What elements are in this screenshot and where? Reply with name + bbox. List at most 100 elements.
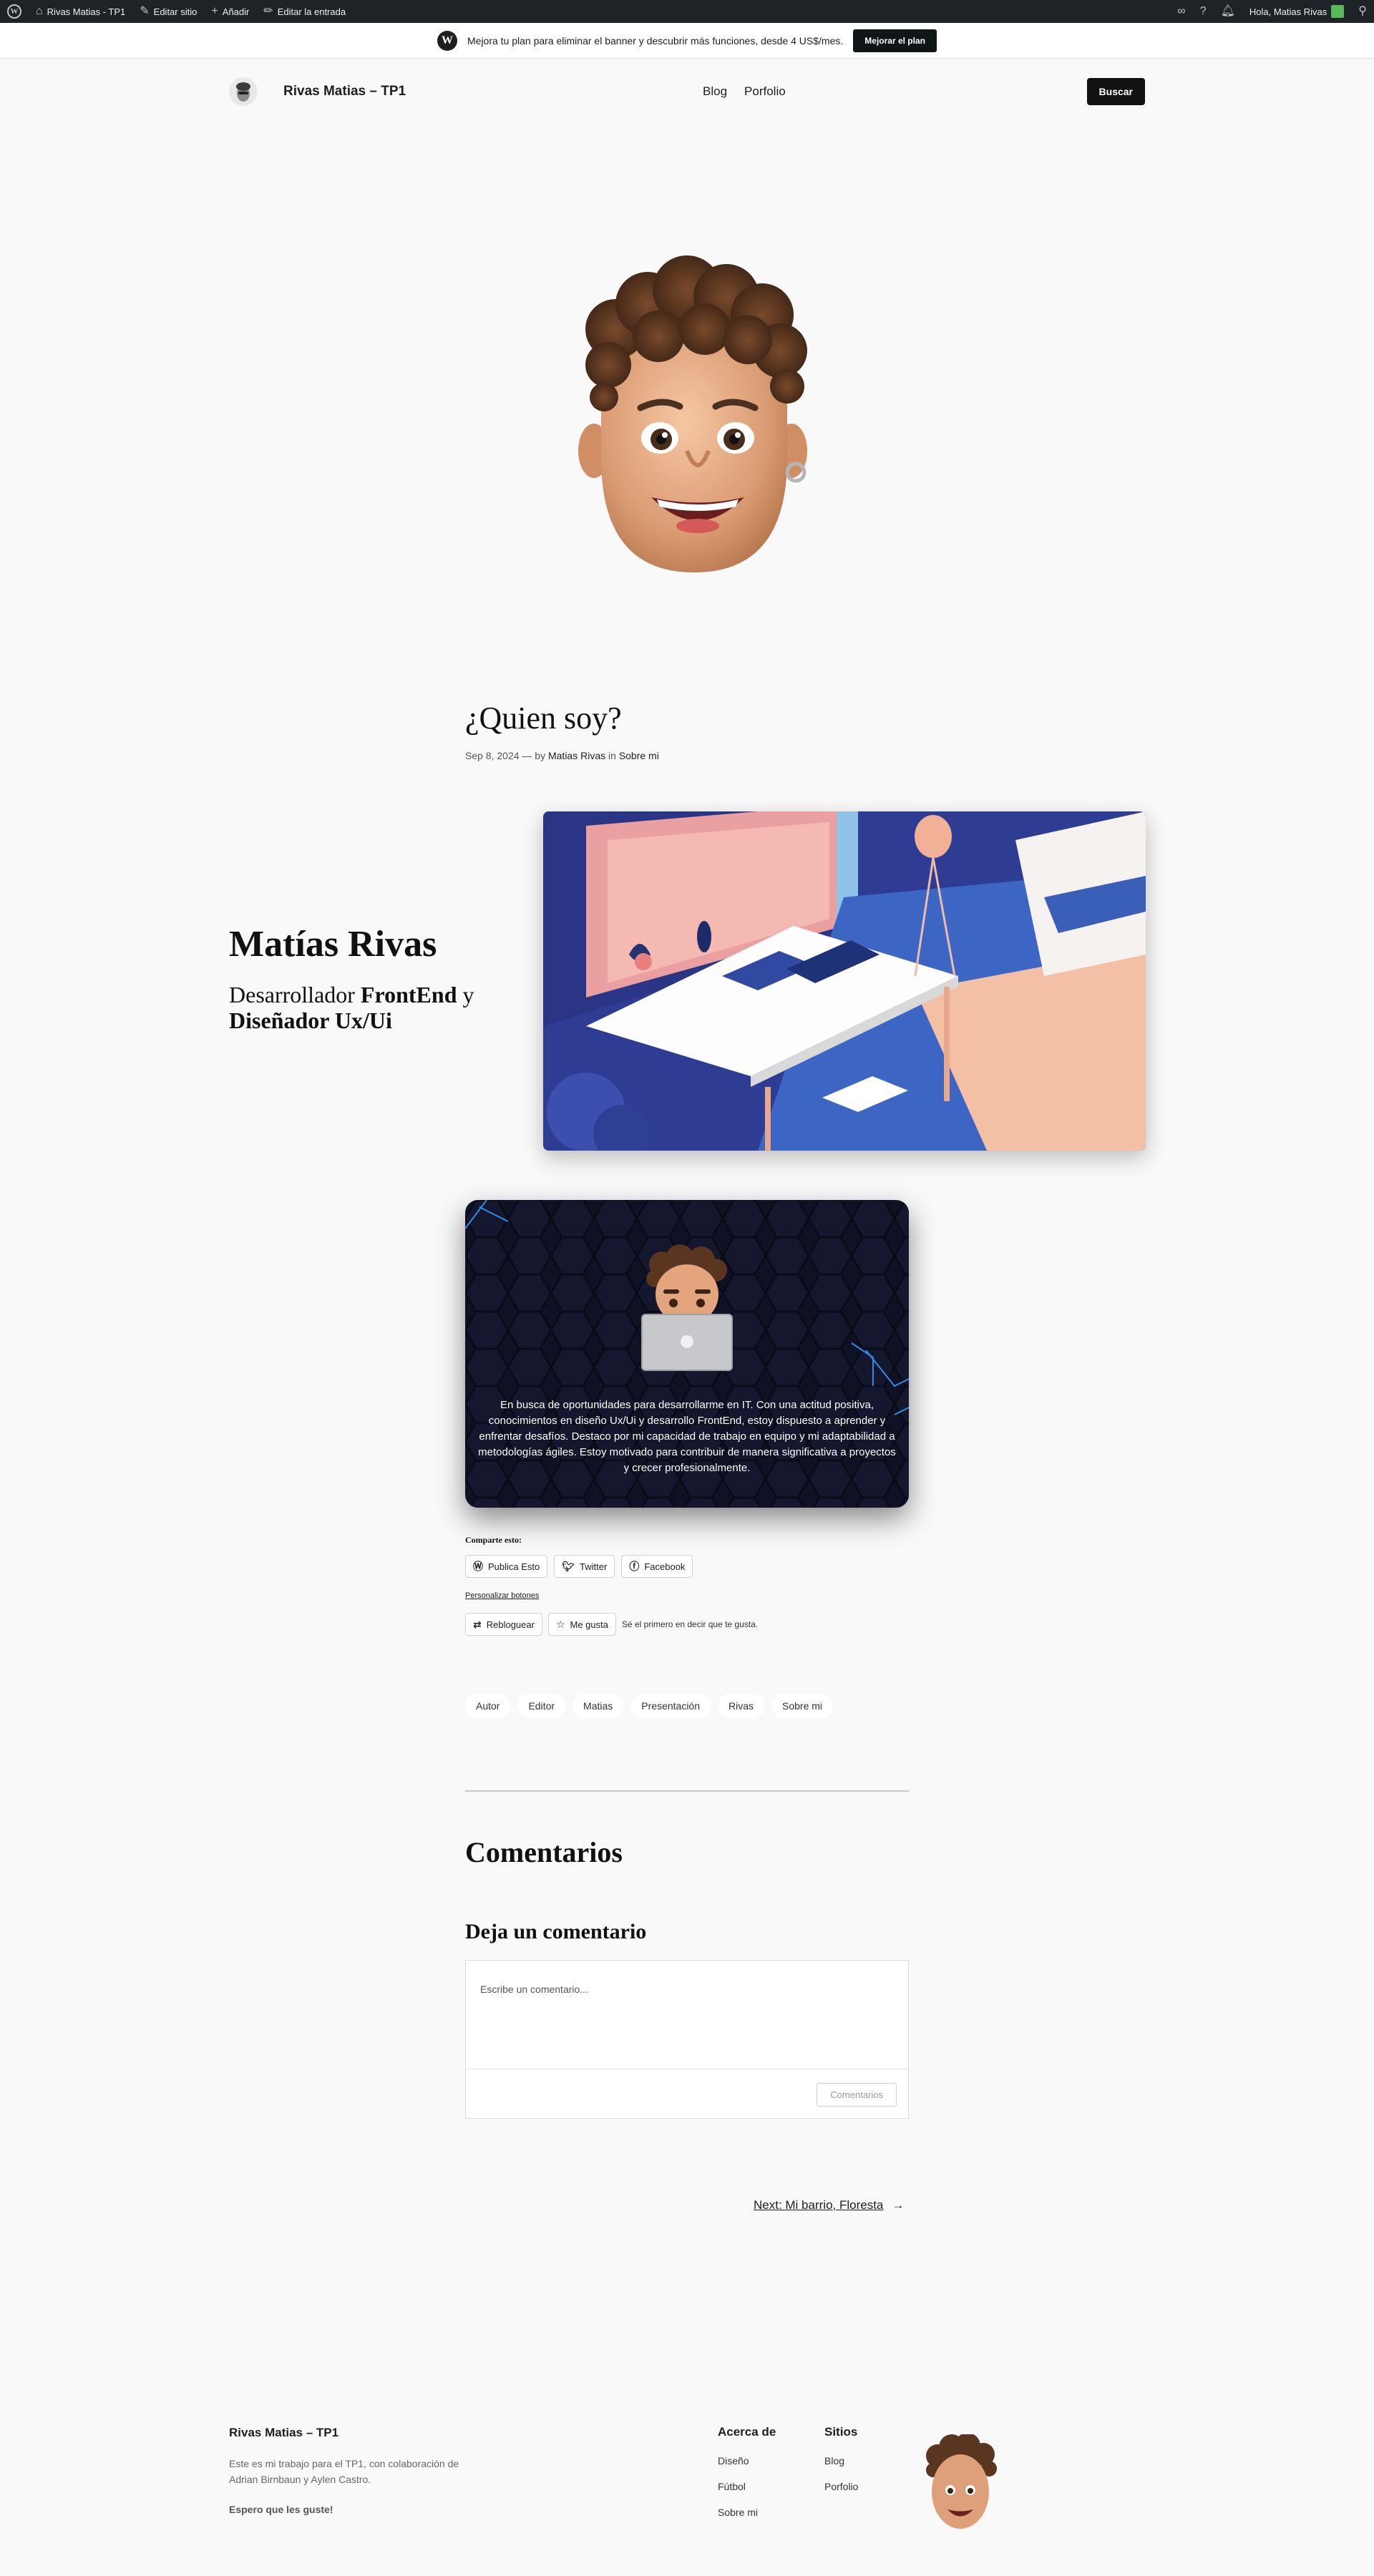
- edit-site-label: Editar sitio: [153, 6, 198, 17]
- admin-bar: W ⌂ Rivas Matias - TP1 ✎ Editar sitio + …: [0, 0, 1374, 23]
- role-part-1: Desarrollador: [229, 982, 361, 1008]
- star-icon: ☆: [555, 1618, 565, 1630]
- arrow-right-icon: →: [892, 2198, 905, 2212]
- edit-site-link[interactable]: ✎ Editar sitio: [132, 0, 204, 23]
- footer-link[interactable]: Diseño: [718, 2455, 776, 2467]
- post-category[interactable]: Sobre mi: [619, 750, 659, 761]
- wordpress-logo-icon: Ⓦ: [473, 1561, 483, 1572]
- share-buttons: Ⓦ Publica Esto 🐦︎ Twitter ⓕ Facebook: [465, 1555, 693, 1578]
- like-row: ⇄ Rebloguear ☆ Me gusta Sé el primero en…: [465, 1613, 758, 1636]
- wordpress-logo-icon: W: [7, 4, 21, 19]
- facebook-icon: ⓕ: [629, 1561, 640, 1572]
- next-post-link[interactable]: Next: Mi barrio, Floresta →: [754, 2198, 904, 2212]
- role-part-3: y: [457, 982, 474, 1008]
- banner-text: Mejora tu plan para eliminar el banner y…: [467, 34, 844, 47]
- edit-post-link[interactable]: ✏ Editar la entrada: [256, 0, 353, 23]
- post-by: — by: [522, 750, 546, 761]
- post-meta: Sep 8, 2024 — by Matias Rivas in Sobre m…: [465, 750, 659, 761]
- footer-link[interactable]: Porfolio: [824, 2481, 858, 2492]
- tag-item[interactable]: Autor: [465, 1694, 511, 1718]
- site-header: Rivas Matias – TP1 Blog Porfolio Buscar: [229, 72, 1145, 112]
- site-logo[interactable]: [229, 77, 258, 106]
- share-twitter-button[interactable]: 🐦︎ Twitter: [554, 1555, 615, 1578]
- account-greeting: Hola, Matias Rivas: [1249, 6, 1327, 17]
- admin-site-label: Rivas Matias - TP1: [47, 6, 126, 17]
- footer-link[interactable]: Fútbol: [718, 2481, 776, 2492]
- search-icon: ⚲: [1358, 5, 1367, 17]
- reblog-button[interactable]: ⇄ Rebloguear: [465, 1613, 542, 1636]
- isometric-office-illustration: [543, 811, 1146, 1151]
- intro-role: Desarrollador FrontEnd y Diseñador Ux/Ui: [229, 982, 487, 1033]
- footer-col-about: Acerca de Diseño Fútbol Sobre mi: [718, 2425, 776, 2532]
- tag-item[interactable]: Sobre mi: [771, 1694, 834, 1718]
- pencil-icon: ✏: [263, 5, 273, 17]
- comments-title: Comentarios: [465, 1836, 623, 1868]
- search-button[interactable]: Buscar: [1086, 78, 1145, 105]
- customize-buttons-link[interactable]: Personalizar botones: [465, 1591, 539, 1600]
- next-post-label: Next: Mi barrio, Floresta: [754, 2198, 884, 2212]
- share-press-label: Publica Esto: [488, 1561, 540, 1572]
- footer-site-title[interactable]: Rivas Matias – TP1: [229, 2426, 338, 2440]
- twitter-icon: 🐦︎: [562, 1560, 575, 1572]
- primary-nav: Blog Porfolio: [703, 84, 786, 99]
- share-twitter-label: Twitter: [580, 1561, 608, 1572]
- nav-item-porfolio[interactable]: Porfolio: [744, 84, 786, 99]
- footer-link[interactable]: Blog: [824, 2455, 858, 2467]
- role-part-4: Diseñador Ux/Ui: [229, 1008, 392, 1033]
- brush-icon: ✎: [140, 5, 150, 17]
- about-card: En busca de oportunidades para desarroll…: [465, 1200, 909, 1508]
- bell-icon: 🔔︎: [1220, 5, 1235, 17]
- wordpress-logo-icon: W: [437, 30, 457, 51]
- memoji-avatar: [572, 243, 816, 580]
- notifications-link[interactable]: 🔔︎: [1214, 0, 1242, 23]
- account-menu[interactable]: Hola, Matias Rivas: [1242, 0, 1351, 23]
- separator: [465, 1790, 909, 1792]
- like-note: Sé el primero en decir que te gusta.: [622, 1619, 759, 1629]
- post-title: ¿Quien soy?: [465, 701, 622, 736]
- footer-description: Este es mi trabajo para el TP1, con cola…: [229, 2458, 459, 2485]
- comment-form: Escribe un comentario... Comentarios: [465, 1960, 909, 2119]
- share-title: Comparte esto:: [465, 1535, 522, 1545]
- tag-item[interactable]: Presentación: [630, 1694, 711, 1718]
- post-tags: Autor Editor Matias Presentación Rivas S…: [465, 1694, 834, 1718]
- like-label: Me gusta: [570, 1619, 608, 1630]
- add-new-link[interactable]: + Añadir: [204, 0, 256, 23]
- reader-link[interactable]: ∞: [1170, 0, 1192, 23]
- wordpress-menu[interactable]: W: [0, 0, 29, 23]
- admin-search[interactable]: ⚲: [1351, 0, 1374, 23]
- help-icon: ?: [1199, 5, 1207, 17]
- share-facebook-button[interactable]: ⓕ Facebook: [621, 1555, 693, 1578]
- reader-glasses-icon: ∞: [1177, 5, 1186, 17]
- tag-item[interactable]: Rivas: [718, 1694, 765, 1718]
- plus-icon: +: [211, 5, 218, 17]
- footer-col-sites-title: Sitios: [824, 2425, 858, 2439]
- tag-item[interactable]: Matias: [572, 1694, 624, 1718]
- reblog-label: Rebloguear: [486, 1619, 535, 1630]
- nav-item-blog[interactable]: Blog: [703, 84, 727, 99]
- intro-name: Matías Rivas: [229, 924, 437, 965]
- admin-site-link[interactable]: ⌂ Rivas Matias - TP1: [29, 0, 132, 23]
- post-date[interactable]: Sep 8, 2024: [465, 750, 520, 761]
- add-new-label: Añadir: [222, 6, 250, 17]
- site-title[interactable]: Rivas Matias – TP1: [283, 84, 406, 99]
- comment-textarea[interactable]: Escribe un comentario...: [466, 1961, 908, 2069]
- footer-hope: Espero que les guste!: [229, 2504, 333, 2515]
- upgrade-plan-button[interactable]: Mejorar el plan: [853, 29, 937, 52]
- like-button[interactable]: ☆ Me gusta: [547, 1613, 616, 1636]
- role-part-2: FrontEnd: [360, 982, 457, 1008]
- leave-comment-title: Deja un comentario: [465, 1920, 647, 1943]
- account-avatar: [1331, 5, 1345, 18]
- post-author[interactable]: Matias Rivas: [548, 750, 605, 761]
- reblog-icon: ⇄: [473, 1618, 482, 1630]
- footer-link[interactable]: Sobre mi: [718, 2507, 776, 2518]
- share-facebook-label: Facebook: [644, 1561, 686, 1572]
- submit-comment-button[interactable]: Comentarios: [817, 2083, 897, 2107]
- footer-col-about-title: Acerca de: [718, 2425, 776, 2439]
- share-press-this-button[interactable]: Ⓦ Publica Esto: [465, 1555, 548, 1578]
- post-in: in: [608, 750, 616, 761]
- help-link[interactable]: ?: [1193, 0, 1214, 23]
- upgrade-banner: W Mejora tu plan para eliminar el banner…: [0, 23, 1374, 59]
- tag-item[interactable]: Editor: [517, 1694, 566, 1718]
- footer-col-sites: Sitios Blog Porfolio: [824, 2425, 858, 2507]
- home-icon: ⌂: [36, 5, 43, 17]
